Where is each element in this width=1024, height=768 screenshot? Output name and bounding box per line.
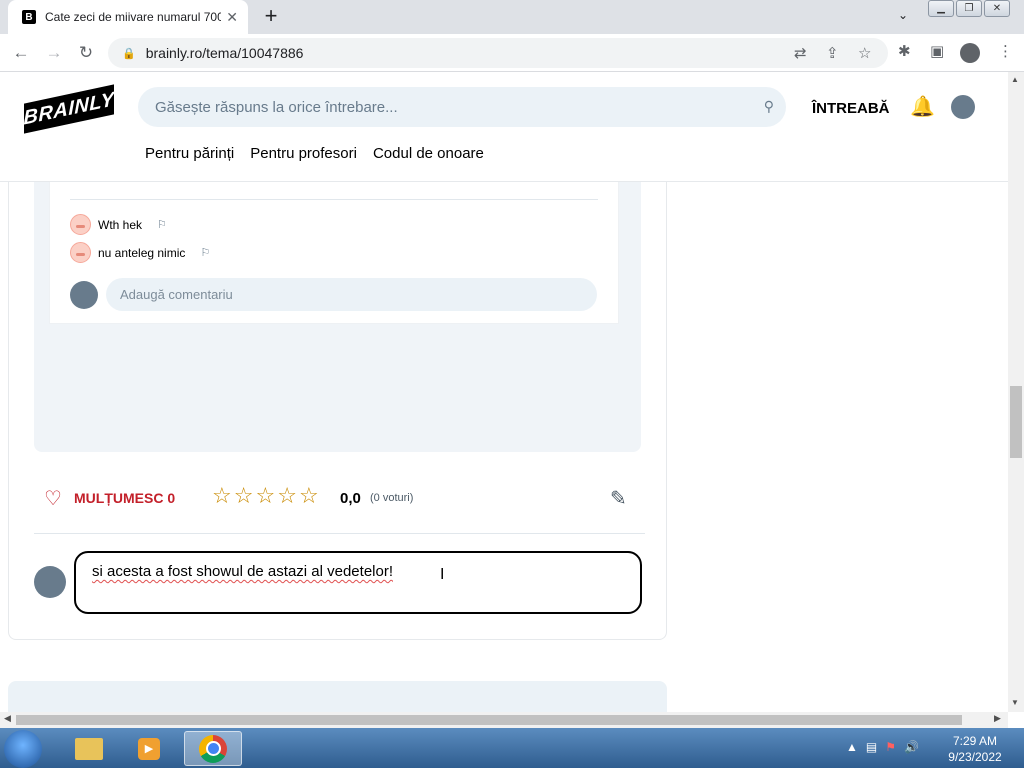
browser-tab[interactable]: B Cate zeci de miivare numarul 700 ✕	[8, 0, 248, 34]
extensions-icon[interactable]: ✱	[898, 42, 911, 60]
url-text[interactable]: brainly.ro/tema/10047886	[146, 45, 304, 61]
chevron-down-icon[interactable]: ⌄	[898, 8, 908, 22]
close-tab-icon[interactable]: ✕	[226, 9, 238, 26]
thanks-button[interactable]: MULȚUMESC 0	[74, 490, 175, 506]
windows-taskbar: ▶ ▲ ▤ ⚑ 🔊 7:29 AM 9/23/2022	[0, 728, 1024, 768]
add-comment-placeholder: Adaugă comentariu	[120, 287, 233, 302]
clock-time: 7:29 AM	[952, 734, 998, 748]
new-tab-button[interactable]: +	[260, 5, 282, 27]
sub-navigation: Pentru părinți Pentru profesori Codul de…	[145, 145, 484, 162]
profile-icon[interactable]	[960, 43, 980, 63]
forward-button[interactable]: →	[42, 41, 66, 65]
menu-kebab-icon[interactable]: ⋮	[998, 42, 1013, 60]
commenter-avatar[interactable]	[70, 242, 91, 263]
browser-tab-strip: B Cate zeci de miivare numarul 700 ✕ + ⌄…	[0, 0, 1024, 34]
taskbar-explorer[interactable]	[60, 731, 118, 766]
system-tray: ▲ ▤ ⚑ 🔊	[846, 740, 919, 754]
rating-value: 0,0	[340, 490, 361, 507]
horizontal-scrollbar-thumb[interactable]	[16, 715, 962, 725]
back-button[interactable]: ←	[9, 41, 33, 65]
start-button[interactable]	[4, 730, 42, 768]
scroll-up-arrow-icon[interactable]: ▲	[1011, 75, 1019, 84]
tab-title: Cate zeci de miivare numarul 700	[45, 10, 221, 24]
comment-text: Wth hek	[98, 217, 143, 232]
text-cursor-icon: I	[440, 566, 445, 583]
heart-outline-icon[interactable]: ♡	[44, 486, 62, 511]
media-player-icon: ▶	[138, 737, 160, 760]
star-outline-icon[interactable]: ☆	[255, 485, 275, 507]
address-bar[interactable]: 🔒 brainly.ro/tema/10047886 ⇄ ⇪ ☆	[108, 38, 888, 68]
search-icon[interactable]: ⚲	[764, 98, 774, 115]
clock-date: 9/23/2022	[948, 750, 1002, 764]
comment-text: nu anteleg nimic	[98, 245, 186, 260]
taskbar-media-player[interactable]: ▶	[120, 731, 178, 766]
answer-actions: ♡ MULȚUMESC 0 ☆ ☆ ☆ ☆ ☆ 0,0 (0 voturi) ✎	[44, 485, 644, 511]
nav-link-parents[interactable]: Pentru părinți	[145, 145, 234, 162]
current-user-avatar	[70, 281, 98, 309]
volume-icon[interactable]: 🔊	[904, 740, 919, 754]
translate-icon[interactable]: ⇄	[794, 44, 807, 62]
folder-icon	[75, 737, 103, 760]
reply-text[interactable]: si acesta a fost showul de astazi al ved…	[92, 563, 393, 580]
restore-button[interactable]: ❐	[956, 0, 982, 17]
vote-count: (0 voturi)	[370, 492, 414, 504]
system-clock[interactable]: 7:29 AM 9/23/2022	[944, 733, 1006, 765]
scroll-left-arrow-icon[interactable]: ◀	[4, 713, 11, 724]
scroll-down-arrow-icon[interactable]: ▼	[1011, 698, 1019, 707]
pencil-icon[interactable]: ✎	[610, 486, 627, 511]
share-icon[interactable]: ⇪	[826, 44, 839, 62]
star-outline-icon[interactable]: ☆	[277, 485, 297, 507]
chrome-icon	[199, 734, 227, 763]
flag-icon[interactable]: ⚐	[157, 218, 167, 231]
reply-comment-input[interactable]: si acesta a fost showul de astazi al ved…	[74, 551, 642, 614]
search-placeholder: Găsește răspuns la orice întrebare...	[155, 98, 398, 116]
current-user-avatar	[34, 566, 66, 598]
reload-button[interactable]: ↻	[74, 41, 98, 65]
comment-item: nu anteleg nimic ⚐	[70, 242, 210, 263]
side-panel-icon[interactable]: ▣	[930, 42, 944, 60]
browser-toolbar: ← → ↻ 🔒 brainly.ro/tema/10047886 ⇄ ⇪ ☆ ✱…	[0, 34, 1024, 72]
brainly-logo[interactable]: BRAINLY	[24, 84, 114, 134]
minimize-button[interactable]: ▁	[928, 0, 954, 17]
close-window-button[interactable]: ✕	[984, 0, 1010, 17]
add-comment-input[interactable]: Adaugă comentariu	[106, 278, 597, 311]
commenter-avatar[interactable]	[70, 214, 91, 235]
star-outline-icon[interactable]: ☆	[299, 485, 319, 507]
window-controls: ▁ ❐ ✕	[928, 0, 1010, 17]
site-header: BRAINLY Găsește răspuns la orice întreba…	[0, 72, 1008, 182]
scroll-right-arrow-icon[interactable]: ▶	[994, 713, 1001, 724]
user-avatar[interactable]	[951, 95, 975, 119]
rating-stars: ☆ ☆ ☆ ☆ ☆	[212, 485, 319, 507]
action-center-icon[interactable]: ⚑	[885, 740, 896, 754]
search-input[interactable]: Găsește răspuns la orice întrebare... ⚲	[138, 87, 786, 127]
brainly-favicon-icon: B	[22, 10, 36, 24]
lock-icon[interactable]: 🔒	[122, 47, 136, 60]
bell-icon[interactable]: 🔔	[910, 94, 935, 119]
ask-button[interactable]: ÎNTREABĂ	[812, 100, 890, 117]
show-hidden-icons-icon[interactable]: ▲	[846, 740, 858, 754]
star-outline-icon[interactable]: ☆	[212, 485, 232, 507]
divider	[70, 199, 598, 200]
star-outline-icon[interactable]: ☆	[234, 485, 254, 507]
taskbar-chrome[interactable]	[184, 731, 242, 766]
nav-link-honor-code[interactable]: Codul de onoare	[373, 145, 484, 162]
flag-icon[interactable]: ⚐	[200, 246, 210, 259]
nav-link-teachers[interactable]: Pentru profesori	[250, 145, 357, 162]
network-icon[interactable]: ▤	[866, 740, 877, 754]
comment-item: Wth hek ⚐	[70, 214, 167, 235]
bookmark-star-icon[interactable]: ☆	[858, 44, 871, 62]
divider	[34, 533, 645, 534]
vertical-scrollbar-thumb[interactable]	[1010, 386, 1022, 458]
